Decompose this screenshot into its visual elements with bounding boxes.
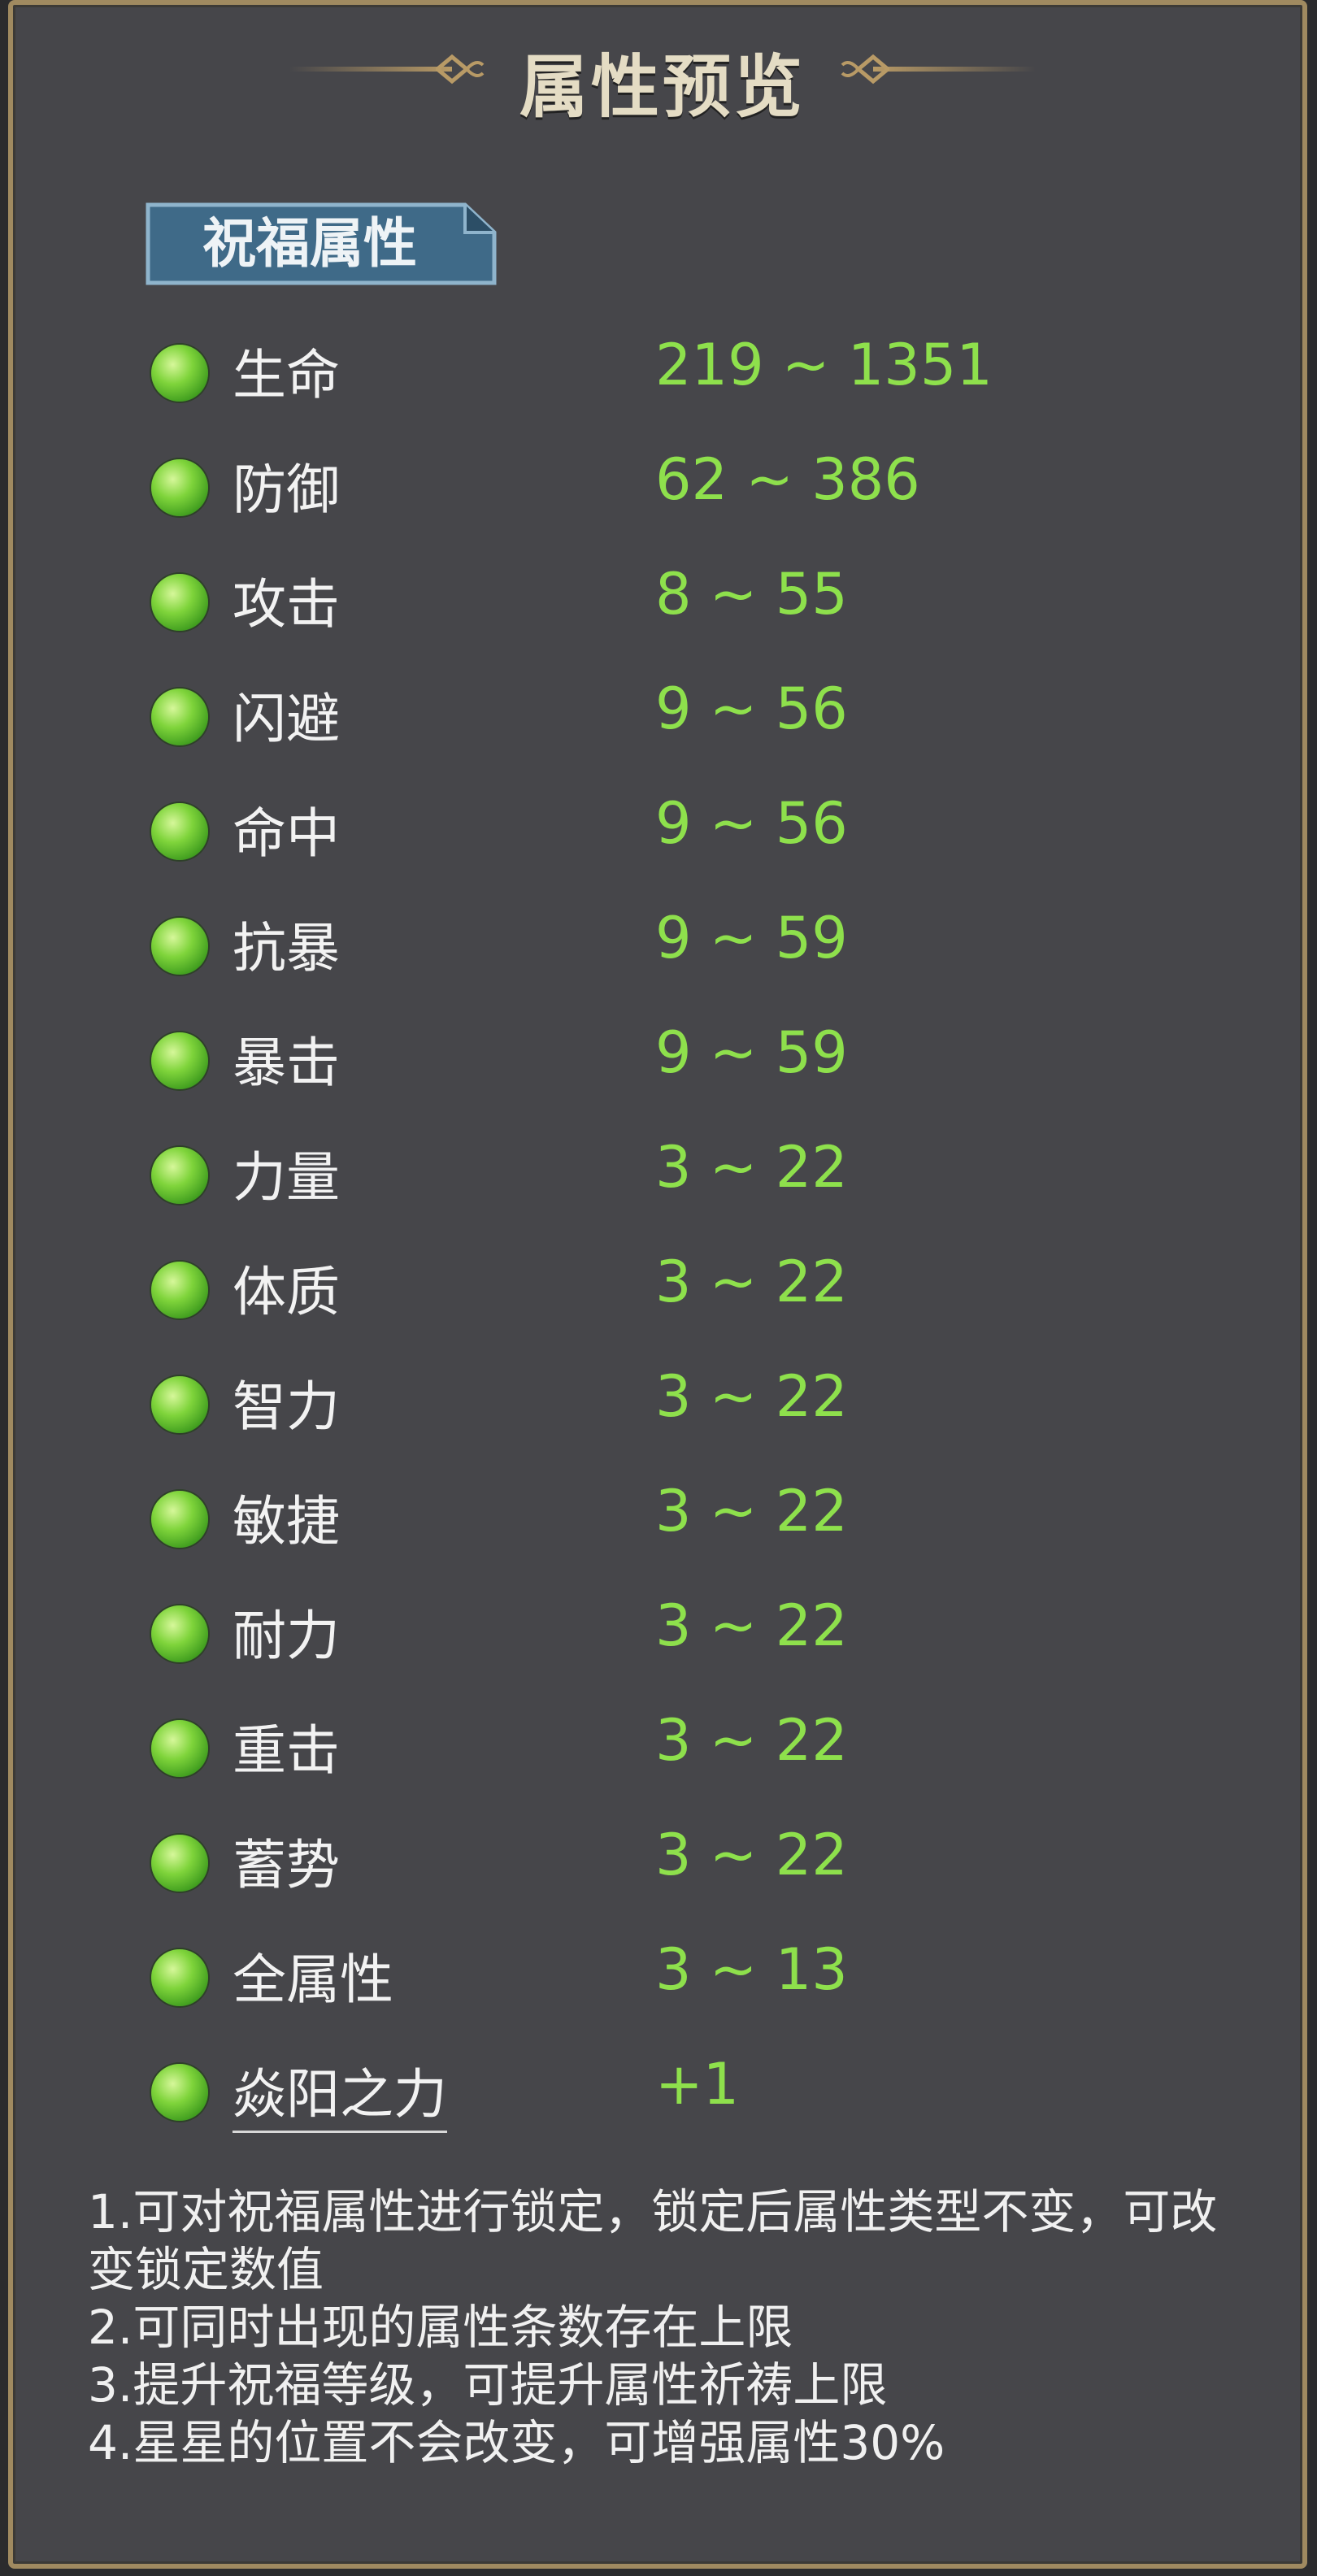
green-orb-icon <box>151 1147 208 1204</box>
attribute-range: 3 ~ 22 <box>655 1134 848 1201</box>
attribute-row: 智力 3 ~ 22 <box>151 1347 1208 1462</box>
attribute-name: 智力 <box>233 1375 340 1438</box>
attribute-name: 耐力 <box>233 1605 340 1667</box>
panel-header: 属性预览 <box>13 21 1312 127</box>
attribute-row: 生命 219 ~ 1351 <box>151 315 1208 430</box>
attribute-range: 9 ~ 59 <box>655 905 848 971</box>
attribute-range: 3 ~ 22 <box>655 1478 848 1544</box>
attribute-row: 重击 3 ~ 22 <box>151 1691 1208 1805</box>
attribute-name: 命中 <box>233 802 340 865</box>
green-orb-icon <box>151 689 208 745</box>
green-orb-icon <box>151 918 208 975</box>
attribute-range: 219 ~ 1351 <box>655 332 993 398</box>
attribute-name: 防御 <box>233 458 340 521</box>
green-orb-icon <box>151 574 208 631</box>
attribute-preview-panel: 属性预览 祝福属性 生命 219 ~ 1351 防御 62 ~ 386 攻击 8 <box>8 0 1307 2569</box>
green-orb-icon <box>151 1262 208 1318</box>
attribute-row: 命中 9 ~ 56 <box>151 774 1208 888</box>
attribute-range: 3 ~ 22 <box>655 1363 848 1430</box>
attribute-row: 耐力 3 ~ 22 <box>151 1576 1208 1691</box>
attribute-row: 敏捷 3 ~ 22 <box>151 1462 1208 1576</box>
attribute-row: 攻击 8 ~ 55 <box>151 545 1208 659</box>
attribute-row: 防御 62 ~ 386 <box>151 430 1208 545</box>
page-title: 属性预览 <box>519 47 806 127</box>
attribute-name: 生命 <box>233 344 340 406</box>
attribute-name: 闪避 <box>233 688 340 750</box>
attribute-range: 3 ~ 22 <box>655 1592 848 1659</box>
attribute-range: +1 <box>655 2051 740 2118</box>
green-orb-icon <box>151 1605 208 1662</box>
attribute-name: 蓄势 <box>233 1834 340 1896</box>
note-line: 4.星星的位置不会改变，可增强属性30% <box>88 2415 945 2470</box>
attribute-list: 生命 219 ~ 1351 防御 62 ~ 386 攻击 8 ~ 55 闪避 9… <box>151 315 1208 2149</box>
attribute-row: 抗暴 9 ~ 59 <box>151 888 1208 1003</box>
attribute-row: 全属性 3 ~ 13 <box>151 1920 1208 2035</box>
note-line: 3.提升祝福等级，可提升属性祈祷上限 <box>88 2357 888 2413</box>
attribute-name: 全属性 <box>233 1948 393 2011</box>
attribute-row: 暴击 9 ~ 59 <box>151 1003 1208 1118</box>
rules-notes: 1.可对祝福属性进行锁定，锁定后属性类型不变，可改变锁定数值 2.可同时出现的属… <box>88 2183 1258 2472</box>
note-line: 2.可同时出现的属性条数存在上限 <box>88 2300 793 2355</box>
attribute-name: 重击 <box>233 1719 340 1782</box>
attribute-name-link[interactable]: 焱阳之力 <box>233 2051 447 2133</box>
attribute-row: 体质 3 ~ 22 <box>151 1232 1208 1347</box>
green-orb-icon <box>151 803 208 860</box>
attribute-name: 暴击 <box>233 1032 340 1094</box>
attribute-row: 闪避 9 ~ 56 <box>151 659 1208 774</box>
blessing-attribute-tag: 祝福属性 <box>143 200 501 288</box>
attribute-row: 力量 3 ~ 22 <box>151 1118 1208 1232</box>
header-ornament-right <box>873 67 1036 72</box>
tag-label: 祝福属性 <box>202 212 417 275</box>
attribute-name: 敏捷 <box>233 1490 340 1553</box>
green-orb-icon <box>151 1376 208 1433</box>
attribute-range: 3 ~ 22 <box>655 1249 848 1315</box>
note-line: 1.可对祝福属性进行锁定，锁定后属性类型不变，可改变锁定数值 <box>88 2184 1218 2297</box>
green-orb-icon <box>151 1032 208 1089</box>
attribute-name: 抗暴 <box>233 917 340 980</box>
attribute-row: 蓄势 3 ~ 22 <box>151 1805 1208 1920</box>
green-orb-icon <box>151 1835 208 1892</box>
green-orb-icon <box>151 459 208 516</box>
green-orb-icon <box>151 2064 208 2121</box>
green-orb-icon <box>151 1491 208 1548</box>
attribute-range: 3 ~ 22 <box>655 1707 848 1774</box>
green-orb-icon <box>151 1949 208 2006</box>
green-orb-icon <box>151 1720 208 1777</box>
attribute-range: 3 ~ 13 <box>655 1936 848 2003</box>
attribute-range: 62 ~ 386 <box>655 446 920 513</box>
attribute-row: 焱阳之力 +1 <box>151 2035 1208 2149</box>
attribute-range: 8 ~ 55 <box>655 561 848 628</box>
attribute-name: 攻击 <box>233 573 340 636</box>
green-orb-icon <box>151 345 208 402</box>
attribute-name: 体质 <box>233 1261 340 1323</box>
attribute-range: 3 ~ 22 <box>655 1822 848 1888</box>
attribute-range: 9 ~ 56 <box>655 675 848 742</box>
attribute-range: 9 ~ 59 <box>655 1019 848 1086</box>
attribute-range: 9 ~ 56 <box>655 790 848 857</box>
attribute-name: 力量 <box>233 1146 340 1209</box>
